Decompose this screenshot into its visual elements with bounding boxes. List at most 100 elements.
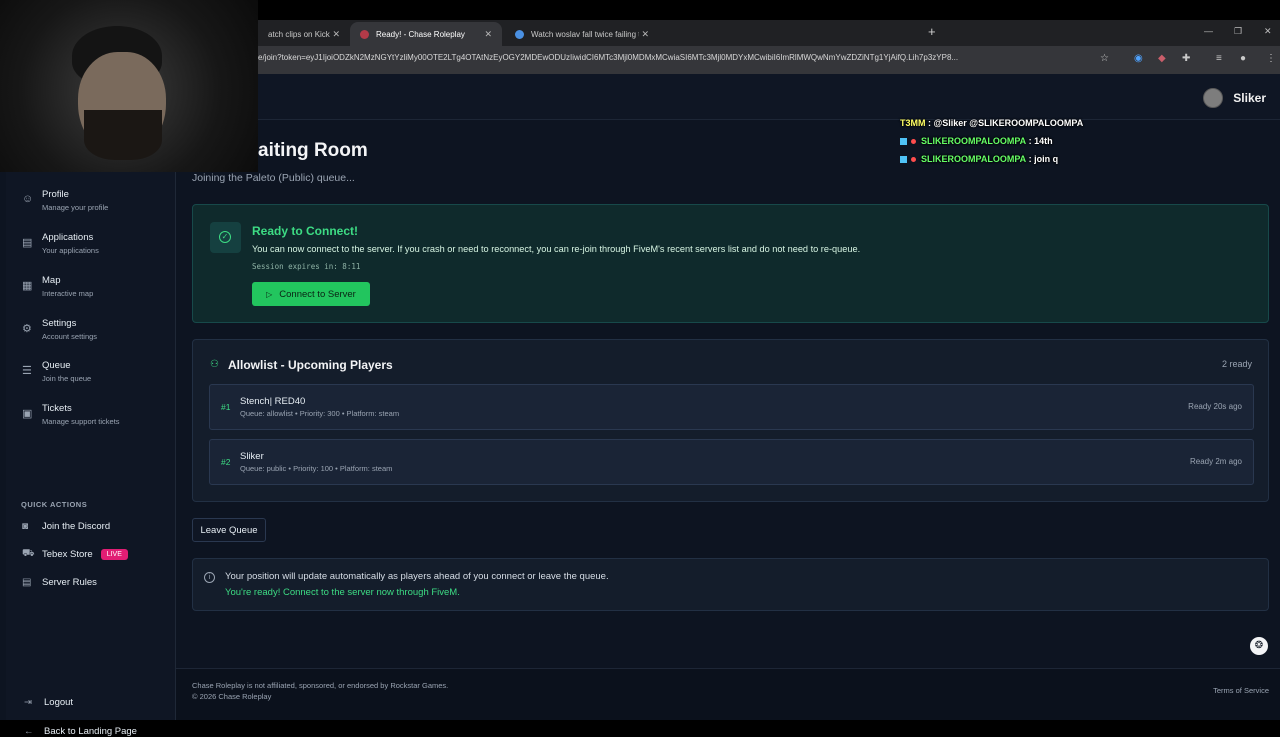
sidebar-item-settings[interactable]: ⚙ Settings Account settings [6, 314, 176, 350]
gear-icon: ⚙ [22, 323, 32, 335]
play-icon: ▷ [266, 289, 273, 299]
webcam-beard [84, 110, 162, 160]
close-icon[interactable]: ✕ [484, 29, 492, 40]
webcam-overlay [0, 0, 258, 172]
connect-to-server-button[interactable]: ▷ Connect to Server [252, 282, 370, 306]
sidebar-item-label: Settings [42, 318, 77, 329]
media-icon[interactable]: ≡ [1216, 53, 1222, 64]
star-icon[interactable]: ☆ [1100, 53, 1109, 64]
sidebar-item-sub: Manage your profile [42, 203, 109, 212]
user-icon: ☺ [22, 193, 34, 205]
player-rank: #1 [221, 402, 231, 412]
list-icon: ☰ [22, 365, 32, 377]
player-meta: Queue: public • Priority: 100 • Platform… [240, 464, 393, 473]
minimize-icon[interactable]: — [1204, 26, 1213, 36]
info-ready-text: You're ready! Connect to the server now … [225, 587, 460, 598]
logout-icon: ⇥ [24, 697, 32, 708]
terms-of-service-link[interactable]: Terms of Service [1213, 686, 1269, 695]
info-icon: i [204, 572, 215, 583]
sidebar-item-label: Applications [42, 232, 94, 243]
tebex-store-link[interactable]: ⛟ Tebex Store LIVE [22, 546, 128, 562]
session-timer: Session expires in: 8:11 [252, 262, 361, 271]
sidebar-item-sub: Manage support tickets [42, 417, 120, 426]
browser-tab-bar: atch clips on Kick ✕ Ready! - Chase Role… [258, 20, 1280, 46]
back-to-landing-link[interactable]: ← Back to Landing Page [24, 726, 137, 737]
leave-queue-button[interactable]: Leave Queue [192, 518, 266, 542]
ready-card: ✓ Ready to Connect! You can now connect … [192, 204, 1269, 323]
sidebar: ☺ Profile Manage your profile ▤ Applicat… [6, 120, 176, 737]
quick-action-label: Tebex Store [42, 548, 93, 560]
sidebar-item-applications[interactable]: ▤ Applications Your applications [6, 228, 176, 264]
cookie-icon[interactable]: ❂ [1250, 637, 1268, 655]
address-bar: e/join?token=eyJ1IjoiODZkN2MzNGYtYzliMy0… [258, 46, 1280, 74]
table-row: #1 Stench| RED40 Queue: allowlist • Prio… [209, 384, 1254, 430]
sidebar-item-queue[interactable]: ☰ Queue Join the queue [6, 356, 176, 392]
url-field[interactable]: e/join?token=eyJ1IjoiODZkN2MzNGYtYzliMy0… [258, 53, 1093, 62]
sidebar-item-sub: Your applications [42, 246, 99, 255]
info-text: Your position will update automatically … [225, 571, 609, 582]
sidebar-item-map[interactable]: ▦ Map Interactive map [6, 271, 176, 307]
profile-icon[interactable]: ● [1240, 53, 1246, 64]
discord-icon: ◙ [22, 520, 29, 532]
tab-title: Ready! - Chase Roleplay [376, 29, 465, 39]
live-badge: LIVE [100, 548, 128, 560]
rules-icon: ▤ [22, 576, 32, 588]
quick-actions-heading: QUICK ACTIONS [21, 500, 88, 509]
close-icon[interactable]: ✕ [332, 29, 340, 40]
tab-title: atch clips on Kick [268, 29, 330, 39]
chat-separator: : [1026, 154, 1035, 164]
server-rules-link[interactable]: ▤ Server Rules [22, 574, 97, 590]
chat-text: join q [1034, 154, 1059, 164]
chat-separator: : [1026, 136, 1035, 146]
sidebar-item-profile[interactable]: ☺ Profile Manage your profile [6, 185, 176, 221]
ticket-icon: ▣ [22, 408, 33, 420]
chat-message: SLIKEROOMPALOOMPA : 14th [900, 132, 1140, 150]
badge-icon [900, 137, 907, 145]
tab-title: Watch woslav fall twice failing t [531, 29, 639, 39]
sidebar-item-label: Queue [42, 360, 71, 371]
logout-link[interactable]: ⇥ Logout [24, 697, 73, 708]
browser-tab[interactable]: atch clips on Kick ✕ [258, 22, 350, 46]
allowlist-card: ⚇ Allowlist - Upcoming Players 2 ready #… [192, 339, 1269, 502]
sidebar-item-sub: Join the queue [42, 374, 92, 383]
footer: Chase Roleplay is not affiliated, sponso… [176, 668, 1280, 720]
main-content: aiting Room Joining the Paleto (Public) … [192, 120, 1269, 674]
new-tab-icon[interactable]: + [928, 24, 936, 39]
ready-heading: Ready to Connect! [252, 224, 359, 238]
chat-username: T3MM [900, 118, 926, 128]
check-icon: ✓ [210, 222, 241, 253]
player-status: Ready 20s ago [1188, 402, 1242, 411]
close-icon[interactable]: ✕ [641, 29, 649, 40]
user-menu[interactable]: Sliker [1203, 88, 1266, 108]
sidebar-item-tickets[interactable]: ▣ Tickets Manage support tickets [6, 399, 176, 435]
chat-message: SLIKEROOMPALOOMPA : join q [900, 150, 1140, 168]
table-row: #2 Sliker Queue: public • Priority: 100 … [209, 439, 1254, 485]
menu-icon[interactable]: ⋮ [1266, 53, 1276, 64]
arrow-left-icon: ← [24, 726, 34, 737]
chat-username: SLIKEROOMPALOOMPA [921, 136, 1027, 146]
sidebar-item-label: Profile [42, 189, 69, 200]
logout-label: Logout [44, 697, 74, 708]
info-banner: i Your position will update automaticall… [192, 558, 1269, 611]
puzzle-icon[interactable]: ✚ [1182, 53, 1190, 64]
cart-icon: ⛟ [22, 547, 35, 559]
join-discord-link[interactable]: ◙ Join the Discord [22, 518, 110, 534]
chat-separator: : [925, 118, 934, 128]
quick-action-label: Server Rules [42, 576, 97, 588]
footer-copyright: © 2026 Chase Roleplay [192, 692, 272, 701]
player-name: Stench| RED40 [240, 396, 306, 407]
restore-icon[interactable]: ❐ [1234, 26, 1242, 37]
player-status: Ready 2m ago [1189, 457, 1242, 466]
users-icon: ⚇ [210, 359, 219, 370]
browser-tab-active[interactable]: Ready! - Chase Roleplay ✕ [350, 22, 502, 46]
extension-icon[interactable]: ◆ [1158, 53, 1166, 64]
connect-button-label: Connect to Server [279, 288, 356, 300]
window-close-icon[interactable]: ✕ [1264, 26, 1272, 37]
extension-icon[interactable]: ◉ [1134, 53, 1143, 64]
chat-text: 14th [1034, 136, 1053, 146]
site-favicon-icon [515, 29, 524, 39]
map-icon: ▦ [22, 280, 33, 292]
sidebar-item-label: Map [42, 275, 61, 286]
player-rank: #2 [221, 457, 231, 467]
browser-tab[interactable]: Watch woslav fall twice failing t ✕ [505, 22, 659, 46]
